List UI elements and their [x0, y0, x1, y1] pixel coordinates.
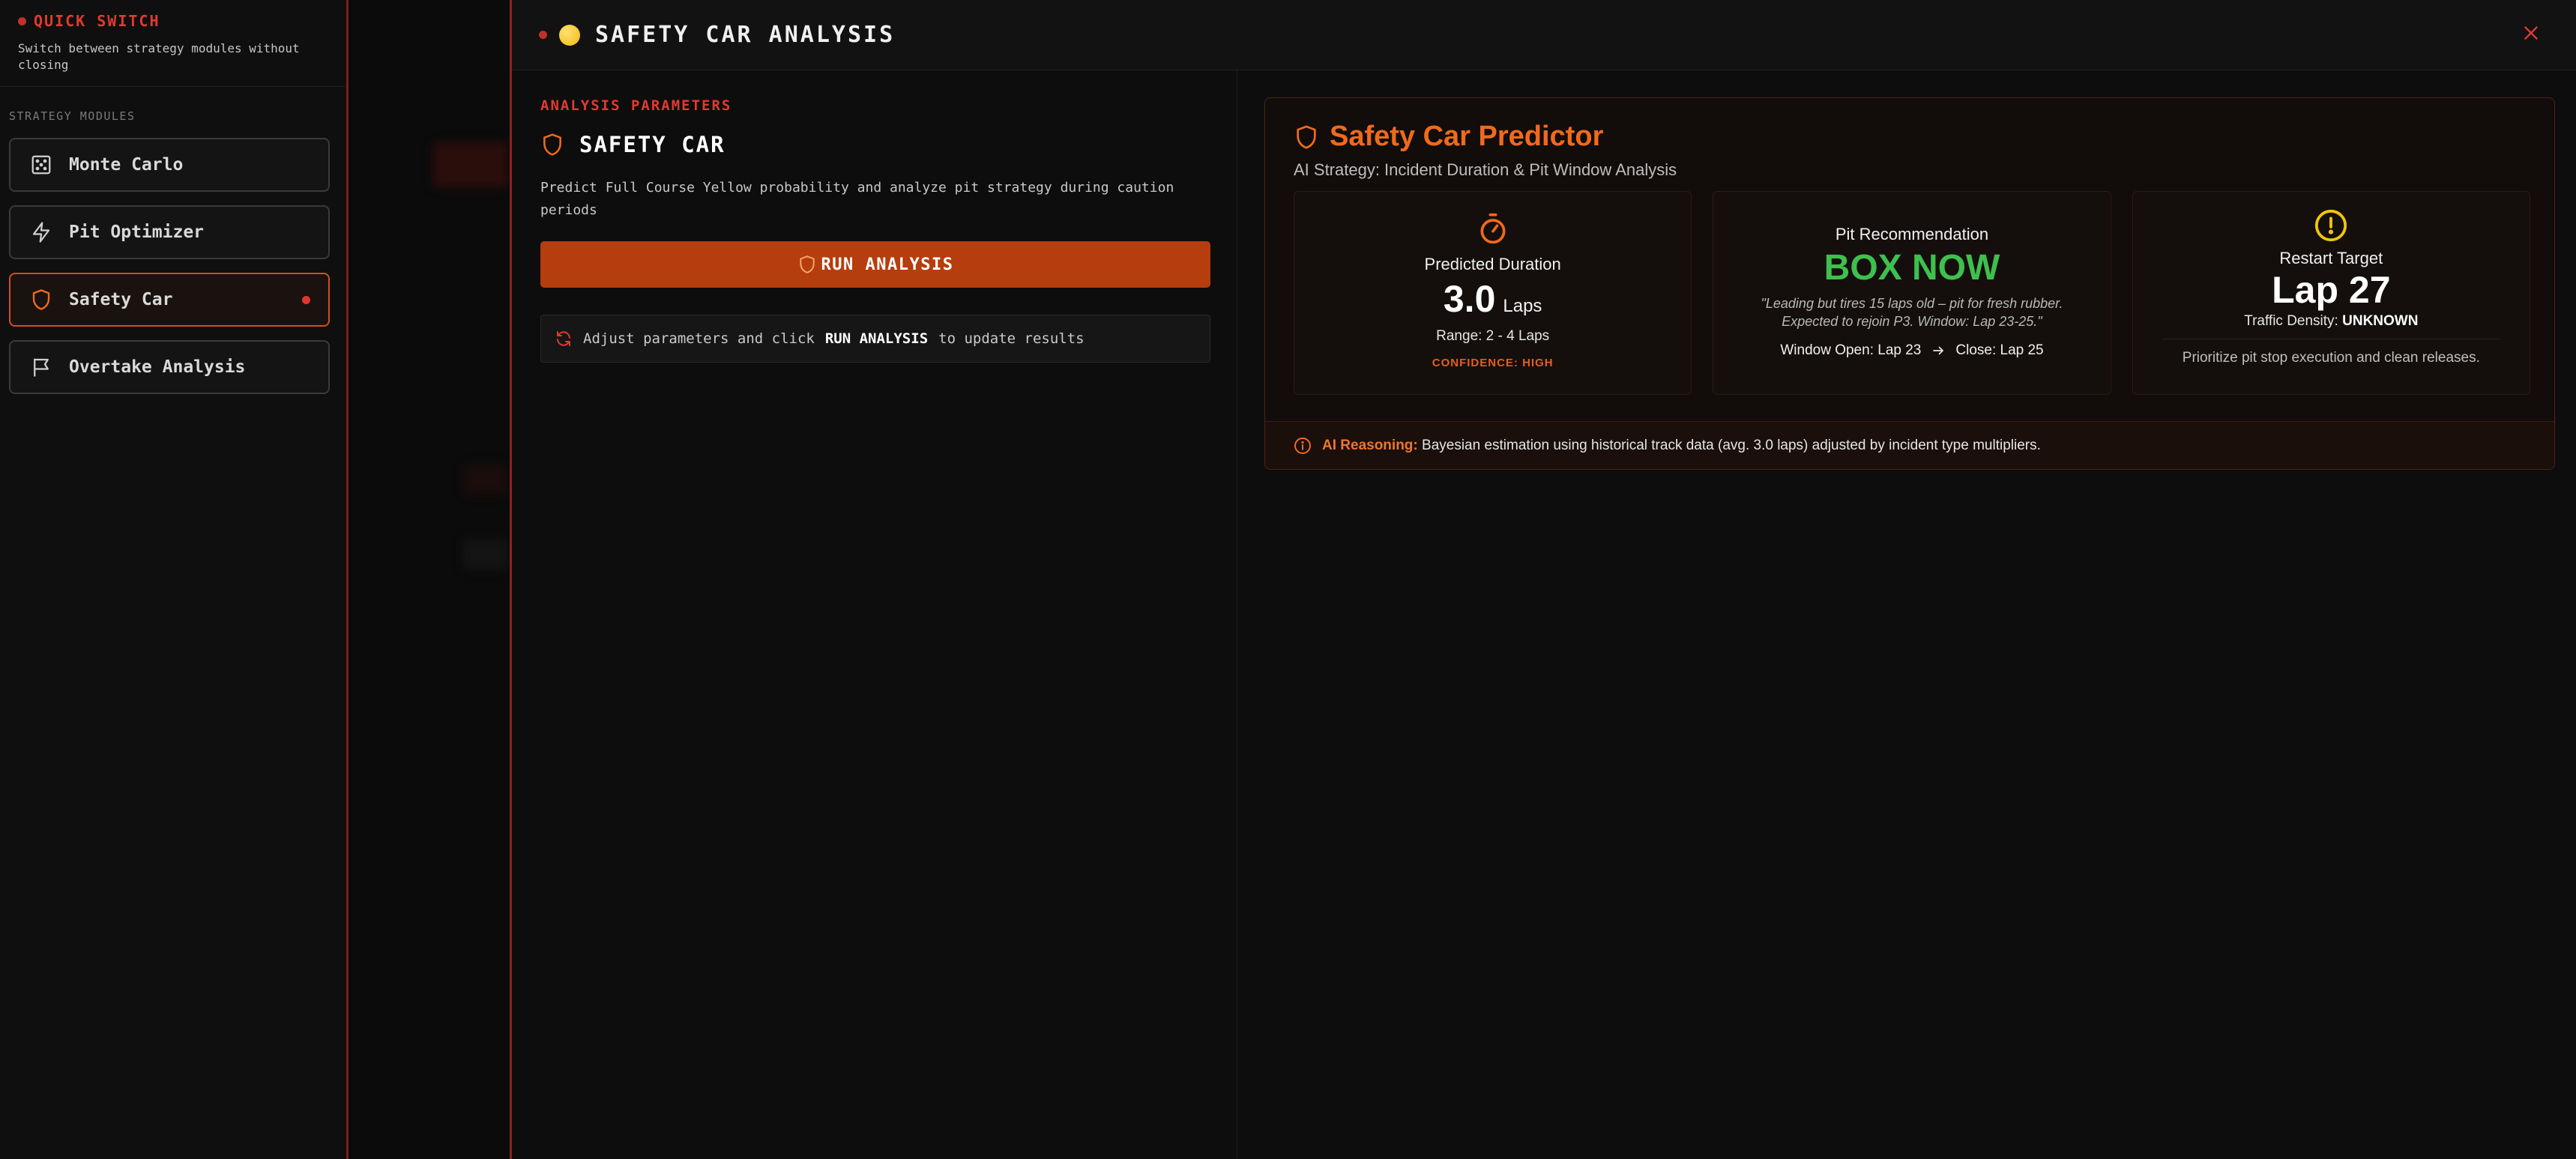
refresh-icon — [557, 331, 570, 346]
shield-icon — [543, 133, 561, 156]
arrow-right-icon — [1933, 346, 1944, 355]
status-dot — [539, 31, 547, 39]
module-safety-car[interactable]: Safety Car — [9, 273, 330, 327]
duration-unit: Laps — [1503, 296, 1542, 316]
module-overtake-analysis[interactable]: Overtake Analysis — [9, 340, 330, 394]
duration-label: Predicted Duration — [1424, 255, 1561, 273]
window-open: Window Open: Lap 23 — [1780, 342, 1922, 358]
section-label: ANALYSIS PARAMETERS — [540, 97, 732, 114]
quick-switch-panel: QUICK SWITCH Switch between strategy mod… — [0, 0, 349, 1159]
parameters-title: SAFETY CAR — [540, 132, 1208, 157]
stopwatch-icon — [1480, 213, 1506, 244]
run-analysis-button[interactable]: RUN ANALYSIS — [540, 241, 1210, 288]
quick-switch-header: QUICK SWITCH Switch between strategy mod… — [0, 0, 346, 87]
close-button[interactable] — [2516, 18, 2546, 48]
backdrop-shape — [463, 539, 508, 569]
ai-reasoning-label: AI Reasoning: — [1322, 437, 1418, 453]
duration-range: Range: 2 - 4 Laps — [1436, 328, 1550, 344]
shield-icon — [32, 289, 50, 310]
flag-icon — [34, 358, 49, 377]
lightning-icon — [32, 222, 50, 243]
predicted-duration-card: Predicted Duration 3.0 Laps Range: 2 - 4… — [1294, 191, 1692, 395]
safety-car-predictor-card: Safety Car Predictor AI Strategy: Incide… — [1264, 97, 2555, 470]
duration-value-row: 3.0 Laps — [1444, 277, 1542, 321]
module-label: Pit Optimizer — [69, 223, 205, 242]
pit-recommendation-card: Pit Recommendation BOX NOW "Leading but … — [1713, 191, 2111, 395]
active-indicator-dot — [302, 295, 310, 304]
restart-value: Lap 27 — [2272, 269, 2391, 311]
safety-car-modal: SAFETY CAR ANALYSIS ANALYSIS PARAMETERS … — [510, 0, 2576, 1159]
modal-backdrop[interactable] — [351, 0, 510, 1159]
update-hint: Adjust parameters and click RUN ANALYSIS… — [540, 315, 1210, 363]
strategy-module-list: Monte Carlo Pit Optimizer Safety Car Ove… — [0, 138, 346, 394]
quick-switch-title: QUICK SWITCH — [18, 12, 328, 30]
parameters-description: Predict Full Course Yellow probability a… — [540, 180, 1174, 218]
modal-title: SAFETY CAR ANALYSIS — [595, 22, 896, 48]
module-label: Safety Car — [69, 290, 173, 309]
restart-target-card: Restart Target Lap 27 Traffic Density: U… — [2132, 191, 2530, 395]
shield-icon — [1297, 124, 1316, 149]
prediction-cards: Predicted Duration 3.0 Laps Range: 2 - 4… — [1294, 191, 2530, 395]
backdrop-shape — [463, 464, 508, 494]
restart-note: Prioritize pit stop execution and clean … — [2182, 350, 2480, 366]
status-dot — [18, 16, 26, 25]
pit-recommendation-value: BOX NOW — [1824, 248, 2000, 288]
module-label: Overtake Analysis — [69, 357, 246, 377]
traffic-density: Traffic Density: UNKNOWN — [2244, 313, 2419, 329]
alert-circle-icon — [2315, 209, 2347, 242]
yellow-circle-icon — [559, 24, 580, 46]
module-monte-carlo[interactable]: Monte Carlo — [9, 138, 330, 192]
analysis-parameters-panel: ANALYSIS PARAMETERS SAFETY CAR Predict F… — [512, 70, 1237, 1159]
dice-icon — [31, 155, 51, 175]
window-close: Close: Lap 25 — [1955, 342, 2044, 358]
quick-switch-subtitle: Switch between strategy modules without … — [18, 41, 300, 72]
strategy-modules-label: STRATEGY MODULES — [9, 109, 136, 123]
shield-icon — [799, 255, 815, 273]
pit-label: Pit Recommendation — [1835, 225, 1989, 243]
ai-reasoning-text: Bayesian estimation using historical tra… — [1422, 437, 2041, 453]
module-label: Monte Carlo — [69, 155, 184, 175]
restart-label: Restart Target — [2279, 249, 2383, 267]
confidence-badge: CONFIDENCE: HIGH — [1432, 357, 1554, 369]
close-icon — [2524, 26, 2538, 40]
pit-reasoning-quote: "Leading but tires 15 laps old – pit for… — [1761, 296, 2063, 329]
predictor-title: Safety Car Predictor — [1294, 121, 2526, 153]
predictor-subtitle: AI Strategy: Incident Duration & Pit Win… — [1294, 160, 1677, 179]
info-icon — [1294, 437, 1311, 454]
module-pit-optimizer[interactable]: Pit Optimizer — [9, 205, 330, 259]
pit-window: Window Open: Lap 23 Close: Lap 25 — [1780, 342, 2043, 359]
backdrop-shape — [433, 142, 508, 187]
modal-header: SAFETY CAR ANALYSIS — [512, 0, 2576, 70]
duration-value: 3.0 — [1443, 278, 1496, 320]
ai-reasoning-bar: AI Reasoning: Bayesian estimation using … — [1265, 421, 2554, 469]
